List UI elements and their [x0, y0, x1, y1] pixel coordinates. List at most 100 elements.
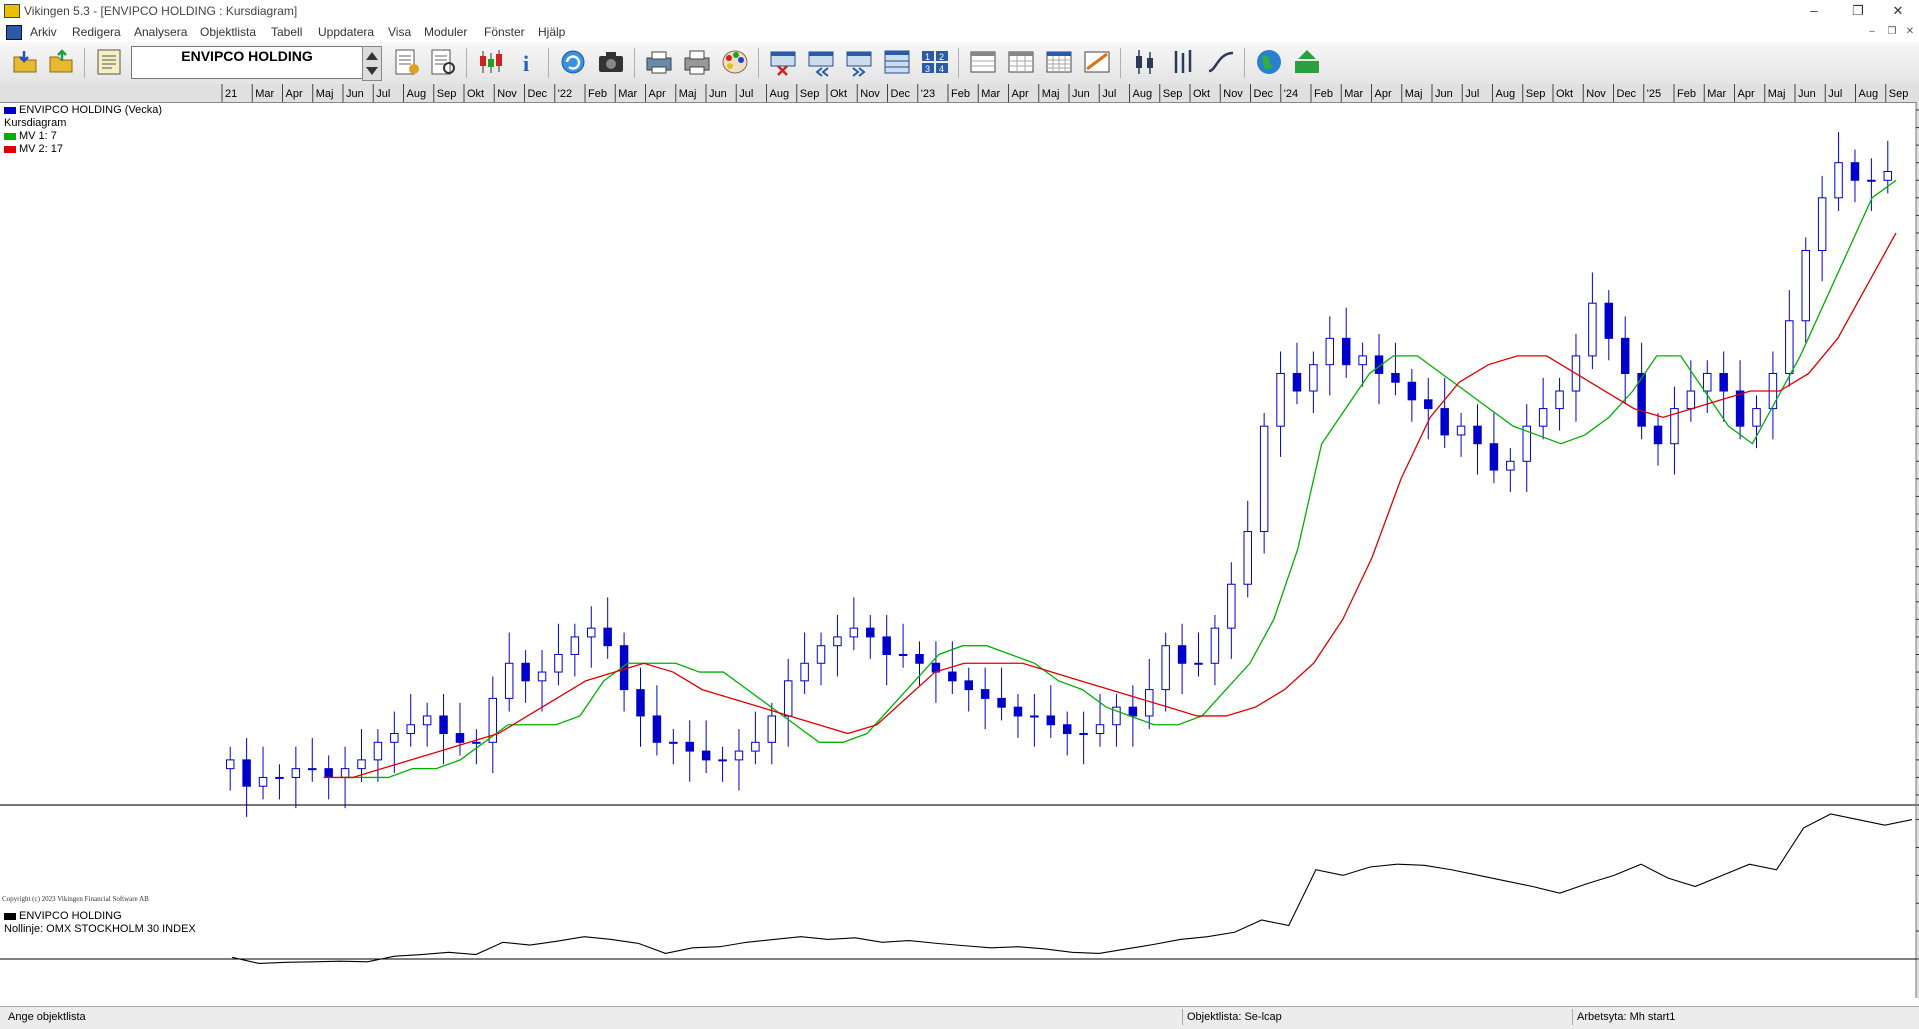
mdi-close-icon[interactable]: ✕	[1902, 25, 1918, 39]
close-icon[interactable]: ✕	[1878, 2, 1918, 20]
price-chart[interactable]: 9694929088868482807876747270686664626058…	[0, 102, 1919, 998]
day-scale-icon[interactable]	[968, 47, 998, 77]
candle-body	[1801, 250, 1810, 322]
legend-item-relative: ENVIPCO HOLDING	[4, 910, 196, 923]
candle-body	[1473, 425, 1482, 445]
time-tick-label: 21	[225, 88, 237, 100]
menu-objektlista[interactable]: Objektlista	[200, 25, 256, 39]
candle-body	[1538, 408, 1548, 427]
bar-style-icon[interactable]	[1168, 47, 1198, 77]
export-icon[interactable]	[46, 47, 76, 77]
candle-body	[1227, 583, 1236, 629]
notes-icon[interactable]	[94, 47, 124, 77]
month-scale-icon[interactable]	[1044, 47, 1074, 77]
list-edit-icon[interactable]	[392, 47, 422, 77]
toolbar: ENVIPCO HOLDING i 1234	[0, 42, 1919, 85]
time-tick-label: Dec	[1617, 88, 1637, 100]
candle-body	[1719, 372, 1728, 392]
candle-body	[1194, 662, 1203, 665]
candle-body	[1276, 372, 1285, 427]
candle-body	[1555, 390, 1564, 410]
minimize-icon[interactable]: –	[1794, 2, 1834, 20]
menu-tabell[interactable]: Tabell	[271, 25, 302, 39]
time-tick-label: Okt	[467, 88, 484, 100]
candle-body	[275, 776, 284, 779]
window-title: Vikingen 5.3 - [ENVIPCO HOLDING : Kursdi…	[24, 4, 298, 18]
candle-body	[1817, 197, 1827, 252]
candle-body	[1243, 531, 1252, 585]
svg-text:2: 2	[939, 52, 944, 62]
svg-text:3: 3	[925, 64, 930, 74]
globe-icon[interactable]	[1254, 47, 1284, 77]
svg-text:i: i	[523, 51, 529, 76]
update-icon[interactable]	[1292, 47, 1322, 77]
menu-redigera[interactable]: Redigera	[72, 25, 121, 39]
print-preview-icon[interactable]	[644, 47, 674, 77]
menu-hjalp[interactable]: Hjälp	[538, 25, 565, 39]
ruler-icon[interactable]	[1082, 47, 1112, 77]
color-palette-icon[interactable]	[720, 47, 750, 77]
candle-body	[439, 715, 448, 735]
candle-body	[1309, 364, 1318, 392]
candle-body	[1686, 390, 1696, 410]
menu-fonster[interactable]: Fönster	[484, 25, 525, 39]
menu-uppdatera[interactable]: Uppdatera	[318, 25, 374, 39]
document-icon[interactable]	[6, 25, 22, 40]
camera-icon[interactable]	[596, 47, 626, 77]
candle-style-icon[interactable]	[1130, 47, 1160, 77]
time-tick-label: Feb	[1677, 88, 1696, 100]
candle-body	[964, 680, 973, 691]
time-tick-label: Feb	[588, 88, 607, 100]
candle-body	[521, 662, 530, 682]
candle-body	[587, 627, 596, 638]
ma2-line	[323, 232, 1897, 779]
candle-body	[767, 715, 777, 743]
candle-body	[472, 741, 481, 744]
candle-body	[1259, 425, 1269, 533]
time-tick-label: Dec	[528, 88, 548, 100]
delete-view-icon[interactable]	[768, 47, 798, 77]
legend-item-price: ENVIPCO HOLDING (Vecka)	[4, 104, 162, 117]
time-tick-label: Maj	[1042, 88, 1060, 100]
restore-icon[interactable]: ❐	[1838, 2, 1878, 20]
menu-visa[interactable]: Visa	[388, 25, 411, 39]
time-tick-label: Aug	[1859, 88, 1879, 100]
candle-body	[1703, 372, 1712, 392]
time-tick-label: Maj	[316, 88, 334, 100]
print-icon[interactable]	[682, 47, 712, 77]
numbered-windows-icon[interactable]: 1234	[920, 47, 950, 77]
time-tick-label: Sep	[1889, 88, 1909, 100]
info-icon[interactable]: i	[512, 47, 542, 77]
chart-area[interactable]: 9694929088868482807876747270686664626058…	[0, 102, 1919, 998]
menu-analysera[interactable]: Analysera	[134, 25, 187, 39]
instrument-spinner[interactable]	[362, 46, 382, 81]
line-style-icon[interactable]	[1206, 47, 1236, 77]
layout-icon[interactable]	[882, 47, 912, 77]
app-icon	[4, 4, 20, 18]
candle-body	[833, 636, 842, 647]
status-workspace: Arbetsyta: Mh start1	[1572, 1009, 1917, 1025]
list-select-icon[interactable]	[428, 47, 458, 77]
scroll-back-icon[interactable]	[806, 47, 836, 77]
mdi-restore-icon[interactable]: ❐	[1884, 25, 1900, 39]
time-tick-label: Okt	[1556, 88, 1573, 100]
status-hint: Ange objektlista	[8, 1011, 86, 1023]
time-axis: 21 Mar Apr Maj Jun Jul Aug Sep Okt Nov Dec '22 Feb Ma…	[0, 84, 1919, 103]
menu-moduler[interactable]: Moduler	[424, 25, 467, 39]
candle-body	[1834, 162, 1843, 199]
mdi-minimize-icon[interactable]: –	[1864, 25, 1880, 39]
candlestick-icon[interactable]	[476, 47, 506, 77]
week-scale-icon[interactable]	[1006, 47, 1036, 77]
candle-body	[783, 680, 793, 717]
time-tick-label: Jul	[739, 88, 753, 100]
time-tick-label: Jul	[376, 88, 390, 100]
candle-body	[636, 689, 645, 717]
instrument-selector[interactable]: ENVIPCO HOLDING	[131, 46, 363, 79]
candle-body	[948, 671, 957, 682]
scroll-forward-icon[interactable]	[844, 47, 874, 77]
refresh-icon[interactable]	[558, 47, 588, 77]
time-tick-label: Maj	[679, 88, 697, 100]
candle-body	[455, 733, 465, 743]
open-folder-icon[interactable]	[10, 47, 40, 77]
menu-arkiv[interactable]: Arkiv	[30, 25, 57, 39]
